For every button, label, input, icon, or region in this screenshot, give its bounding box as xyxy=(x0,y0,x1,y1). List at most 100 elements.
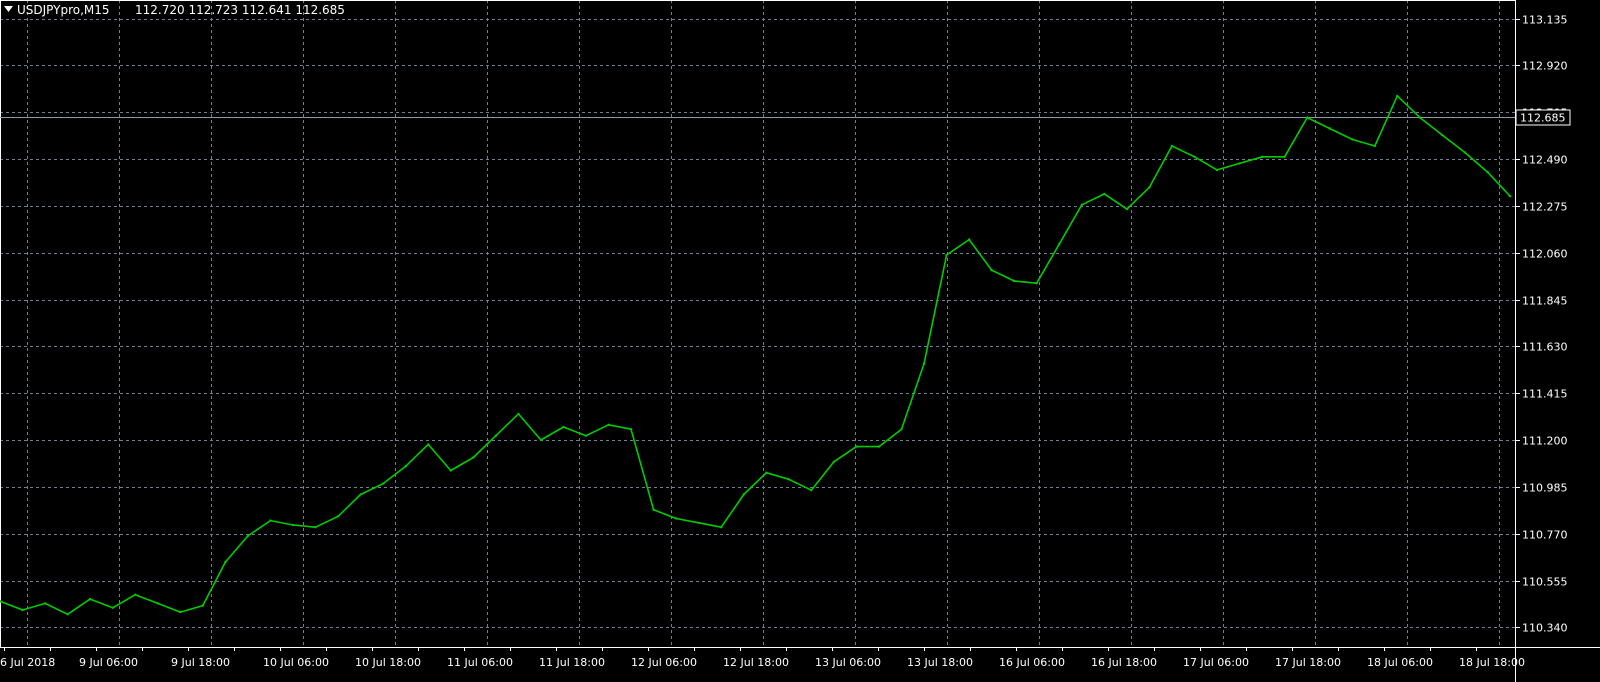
price-point xyxy=(967,238,971,241)
price-point xyxy=(1035,282,1038,285)
price-point xyxy=(1283,155,1286,158)
price-point xyxy=(652,508,655,511)
price-point xyxy=(66,613,69,616)
price-point xyxy=(832,460,836,463)
plot-frame xyxy=(0,0,1516,648)
time-tick-label: 16 Jul 18:00 xyxy=(1091,656,1157,669)
price-tick-label: 110.985 xyxy=(1522,482,1568,495)
price-tick-label: 110.555 xyxy=(1522,576,1568,589)
time-tick-label: 6 Jul 2018 xyxy=(0,656,55,669)
symbol-label: USDJPYpro,M15 xyxy=(17,3,110,17)
price-chart[interactable]: 113.135112.920112.705112.490112.275112.0… xyxy=(0,0,1600,682)
time-tick-label: 13 Jul 18:00 xyxy=(907,656,973,669)
current-price-label: 112.685 xyxy=(1520,112,1566,125)
time-tick-label: 10 Jul 06:00 xyxy=(263,656,329,669)
price-point xyxy=(1418,116,1422,119)
price-point xyxy=(43,602,47,605)
grid xyxy=(0,0,1515,647)
price-point xyxy=(246,534,250,538)
price-tick-label: 111.630 xyxy=(1522,341,1568,354)
price-point xyxy=(1125,207,1129,211)
price-point xyxy=(427,443,430,446)
price-point xyxy=(1508,194,1512,198)
current-price-tag: 112.685 xyxy=(1515,109,1571,126)
price-point xyxy=(539,438,543,442)
price-point xyxy=(720,526,723,529)
price-point xyxy=(1013,279,1016,283)
time-axis: 6 Jul 2018 9 Jul 06:00 9 Jul 18:00 10 Jul 0… xyxy=(0,647,1525,669)
time-tick-label: 18 Jul 06:00 xyxy=(1367,656,1433,669)
price-point xyxy=(1486,170,1489,174)
price-tick-label: 111.845 xyxy=(1522,295,1568,308)
ohlc-values: 112.720 112.723 112.641 112.685 xyxy=(135,3,345,17)
price-point xyxy=(1306,116,1309,119)
price-axis: 113.135112.920112.705112.490112.275112.0… xyxy=(1515,14,1568,635)
price-point xyxy=(900,428,903,431)
price-point xyxy=(111,606,114,609)
price-point xyxy=(381,482,385,485)
price-point xyxy=(877,445,881,448)
price-tick-label: 111.415 xyxy=(1522,388,1568,401)
price-point xyxy=(629,428,633,431)
series-layer xyxy=(0,94,1512,616)
price-point xyxy=(472,456,475,459)
price-point xyxy=(224,560,227,564)
time-tick-label: 11 Jul 18:00 xyxy=(539,656,605,669)
price-point xyxy=(1260,155,1264,158)
price-point xyxy=(1238,162,1241,165)
price-point xyxy=(1351,138,1354,141)
price-point xyxy=(494,434,497,437)
time-tick-label: 11 Jul 06:00 xyxy=(447,656,513,669)
price-tick-label: 110.340 xyxy=(1522,622,1568,635)
price-point xyxy=(1396,94,1399,98)
price-point xyxy=(21,608,24,612)
price-point xyxy=(517,412,520,416)
price-point xyxy=(291,523,295,527)
price-point xyxy=(179,610,182,614)
price-point xyxy=(269,519,272,522)
time-tick-label: 12 Jul 06:00 xyxy=(631,656,697,669)
price-point xyxy=(765,471,768,474)
price-point xyxy=(810,489,813,492)
price-point xyxy=(1080,203,1084,206)
price-point xyxy=(1463,151,1467,154)
price-point xyxy=(697,521,700,524)
price-series-line xyxy=(0,95,1511,616)
time-tick-label: 17 Jul 06:00 xyxy=(1183,656,1249,669)
price-point xyxy=(742,493,745,496)
price-point xyxy=(607,423,610,426)
price-point xyxy=(1058,242,1061,246)
price-point xyxy=(674,517,678,520)
time-tick-label: 16 Jul 06:00 xyxy=(999,656,1065,669)
price-point xyxy=(201,604,204,607)
price-point xyxy=(1148,186,1151,189)
price-point xyxy=(1328,127,1331,130)
price-point xyxy=(88,597,92,601)
price-point xyxy=(1373,144,1377,148)
price-point xyxy=(134,593,137,596)
price-point xyxy=(562,425,565,429)
price-point xyxy=(449,469,452,472)
price-point xyxy=(990,268,993,272)
price-point xyxy=(1441,133,1444,137)
price-tick-label: 112.060 xyxy=(1522,248,1568,261)
time-tick-label: 12 Jul 18:00 xyxy=(723,656,789,669)
time-tick-label: 18 Jul 18:00 xyxy=(1459,656,1525,669)
price-tick-label: 110.770 xyxy=(1522,529,1568,542)
price-tick-label: 113.135 xyxy=(1522,14,1568,27)
price-point xyxy=(404,465,407,468)
price-point xyxy=(359,493,362,496)
price-tick-label: 112.920 xyxy=(1522,60,1568,73)
time-tick-label: 9 Jul 06:00 xyxy=(79,656,138,669)
price-tick-label: 112.490 xyxy=(1522,154,1568,167)
price-point xyxy=(1193,155,1196,158)
price-point xyxy=(922,362,926,365)
time-tick-label: 13 Jul 06:00 xyxy=(815,656,881,669)
triangle-down-icon[interactable] xyxy=(4,6,13,12)
price-point xyxy=(787,478,790,481)
price-point xyxy=(1170,144,1174,148)
chart-canvas[interactable]: 113.135112.920112.705112.490112.275112.0… xyxy=(0,0,1600,682)
price-tick-label: 112.275 xyxy=(1522,201,1568,214)
price-point xyxy=(156,602,159,605)
time-tick-label: 10 Jul 18:00 xyxy=(355,656,421,669)
